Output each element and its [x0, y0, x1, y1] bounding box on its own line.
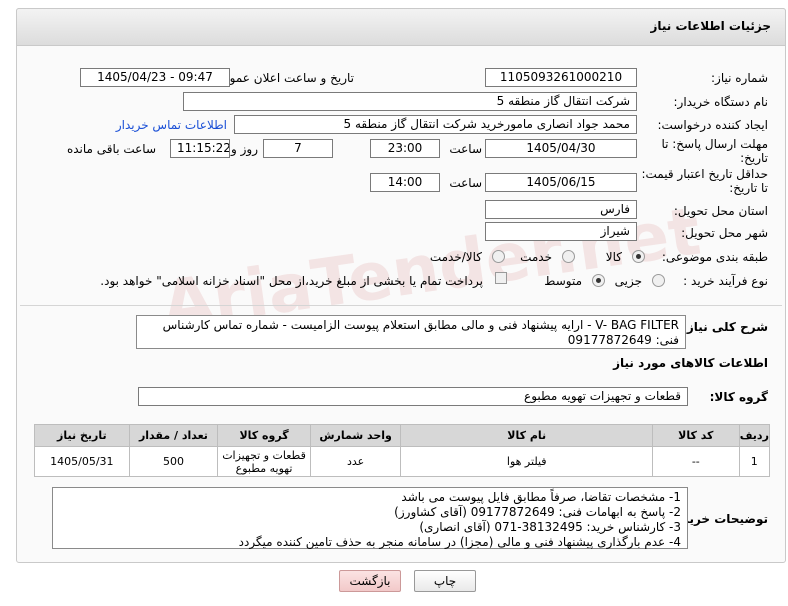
col-name: نام کالا: [400, 424, 654, 447]
price-validity-time-label: ساعت: [449, 176, 482, 190]
col-group: گروه کالا: [217, 424, 311, 447]
creator-label: ایجاد کننده درخواست:: [657, 118, 768, 132]
note-line-1: 1- مشخصات تقاضا، صرفاً مطابق فایل پیوست …: [401, 490, 681, 504]
cell-group: قطعات و تجهیزات تهویه مطبوع: [217, 446, 311, 477]
divider: [20, 305, 782, 306]
category-goods-radio[interactable]: [632, 250, 645, 263]
category-goods-label: کالا: [605, 250, 622, 264]
purchase-medium-radio[interactable]: [592, 274, 605, 287]
province-field: فارس: [485, 200, 637, 219]
back-button[interactable]: بازگشت: [339, 570, 401, 592]
need-number-label: شماره نیاز:: [711, 71, 768, 85]
announce-datetime-field: 1405/04/23 - 09:47: [80, 68, 230, 87]
col-qty: تعداد / مقدار: [128, 424, 219, 447]
goods-table: ردیف کد کالا نام کالا واحد شمارش گروه کا…: [34, 424, 771, 477]
table-row: 1 -- فیلتر هوا عدد قطعات و تجهیزات تهویه…: [34, 446, 771, 477]
remaining-time-field: 11:15:22: [170, 139, 230, 158]
goods-table-header: ردیف کد کالا نام کالا واحد شمارش گروه کا…: [34, 424, 771, 447]
purchase-medium-label: متوسط: [544, 274, 582, 288]
buyer-org-label: نام دستگاه خریدار:: [673, 95, 769, 109]
buyer-contact-link[interactable]: اطلاعات تماس خریدار: [116, 118, 227, 132]
days-label: روز و: [231, 142, 258, 156]
treasury-checkbox[interactable]: [495, 272, 507, 284]
category-both-label: کالا/خدمت: [429, 250, 482, 264]
province-label: استان محل تحویل:: [673, 204, 768, 218]
purchase-minor-radio[interactable]: [652, 274, 665, 287]
cell-row: 1: [738, 446, 771, 477]
description-line-2: فنی: 09177872649: [567, 333, 679, 347]
description-label: شرح کلی نیاز:: [682, 320, 768, 334]
city-field: شیراز: [485, 222, 637, 241]
buyer-org-field: شرکت انتقال گاز منطقه 5: [183, 92, 637, 111]
panel-header: جزئیات اطلاعات نیاز: [16, 8, 786, 46]
remaining-label: ساعت باقی مانده: [66, 142, 156, 156]
reply-deadline-label: مهلت ارسال پاسخ: تا تاریخ:: [661, 137, 768, 165]
description-line-1: V- BAG FILTER - ارایه پیشنهاد فنی و مالی…: [162, 318, 679, 332]
cell-date: 1405/05/31: [34, 446, 130, 477]
announce-datetime-label: تاریخ و ساعت اعلان عمومی:: [209, 71, 354, 85]
days-field: 7: [263, 139, 333, 158]
cell-code: --: [652, 446, 740, 477]
city-label: شهر محل تحویل:: [681, 226, 768, 240]
cell-name: فیلتر هوا: [400, 446, 654, 477]
purchase-minor-label: جزیی: [614, 274, 642, 288]
description-textarea[interactable]: V- BAG FILTER - ارایه پیشنهاد فنی و مالی…: [136, 315, 686, 349]
cell-unit: عدد: [309, 446, 402, 477]
category-both-radio[interactable]: [492, 250, 505, 263]
col-unit: واحد شمارش: [309, 424, 402, 447]
reply-time-label: ساعت: [449, 142, 482, 156]
treasury-note: پرداخت تمام یا بخشی از مبلغ خرید،از محل …: [100, 274, 483, 288]
goods-group-field: قطعات و تجهیزات تهویه مطبوع: [138, 387, 688, 406]
col-date: تاریخ نیاز: [34, 424, 130, 447]
buyer-notes-textarea[interactable]: 1- مشخصات تقاضا، صرفاً مطابق فایل پیوست …: [52, 487, 688, 549]
creator-field: محمد جواد انصاری مامورخرید شرکت انتقال گ…: [234, 115, 637, 134]
category-label: طبقه بندی موضوعی:: [661, 250, 768, 264]
category-service-radio[interactable]: [562, 250, 575, 263]
price-validity-date-field: 1405/06/15: [485, 173, 637, 192]
page-title: جزئیات اطلاعات نیاز: [650, 19, 771, 33]
note-line-3: 3- کارشناس خرید: 38132495-071 (آقای انصا…: [419, 520, 681, 534]
need-number-field: 1105093261000210: [485, 68, 637, 87]
reply-time-field: 23:00: [370, 139, 440, 158]
price-validity-label: حداقل تاریخ اعتبار قیمت: تا تاریخ:: [641, 167, 768, 195]
category-service-label: خدمت: [520, 250, 552, 264]
col-code: کد کالا: [652, 424, 740, 447]
col-row: ردیف: [738, 424, 771, 447]
goods-group-label: گروه کالا:: [709, 390, 768, 404]
purchase-type-label: نوع فرآیند خرید :: [683, 274, 768, 288]
goods-section-title: اطلاعات کالاهای مورد نیاز: [613, 356, 768, 370]
cell-qty: 500: [128, 446, 219, 477]
note-line-4: 4- عدم بارگذاری پیشنهاد فنی و مالی (مجزا…: [238, 535, 681, 549]
reply-date-field: 1405/04/30: [485, 139, 637, 158]
price-validity-time-field: 14:00: [370, 173, 440, 192]
note-line-2: 2- پاسخ به ابهامات فنی: 09177872649 (آقا…: [394, 505, 681, 519]
print-button[interactable]: چاپ: [414, 570, 476, 592]
